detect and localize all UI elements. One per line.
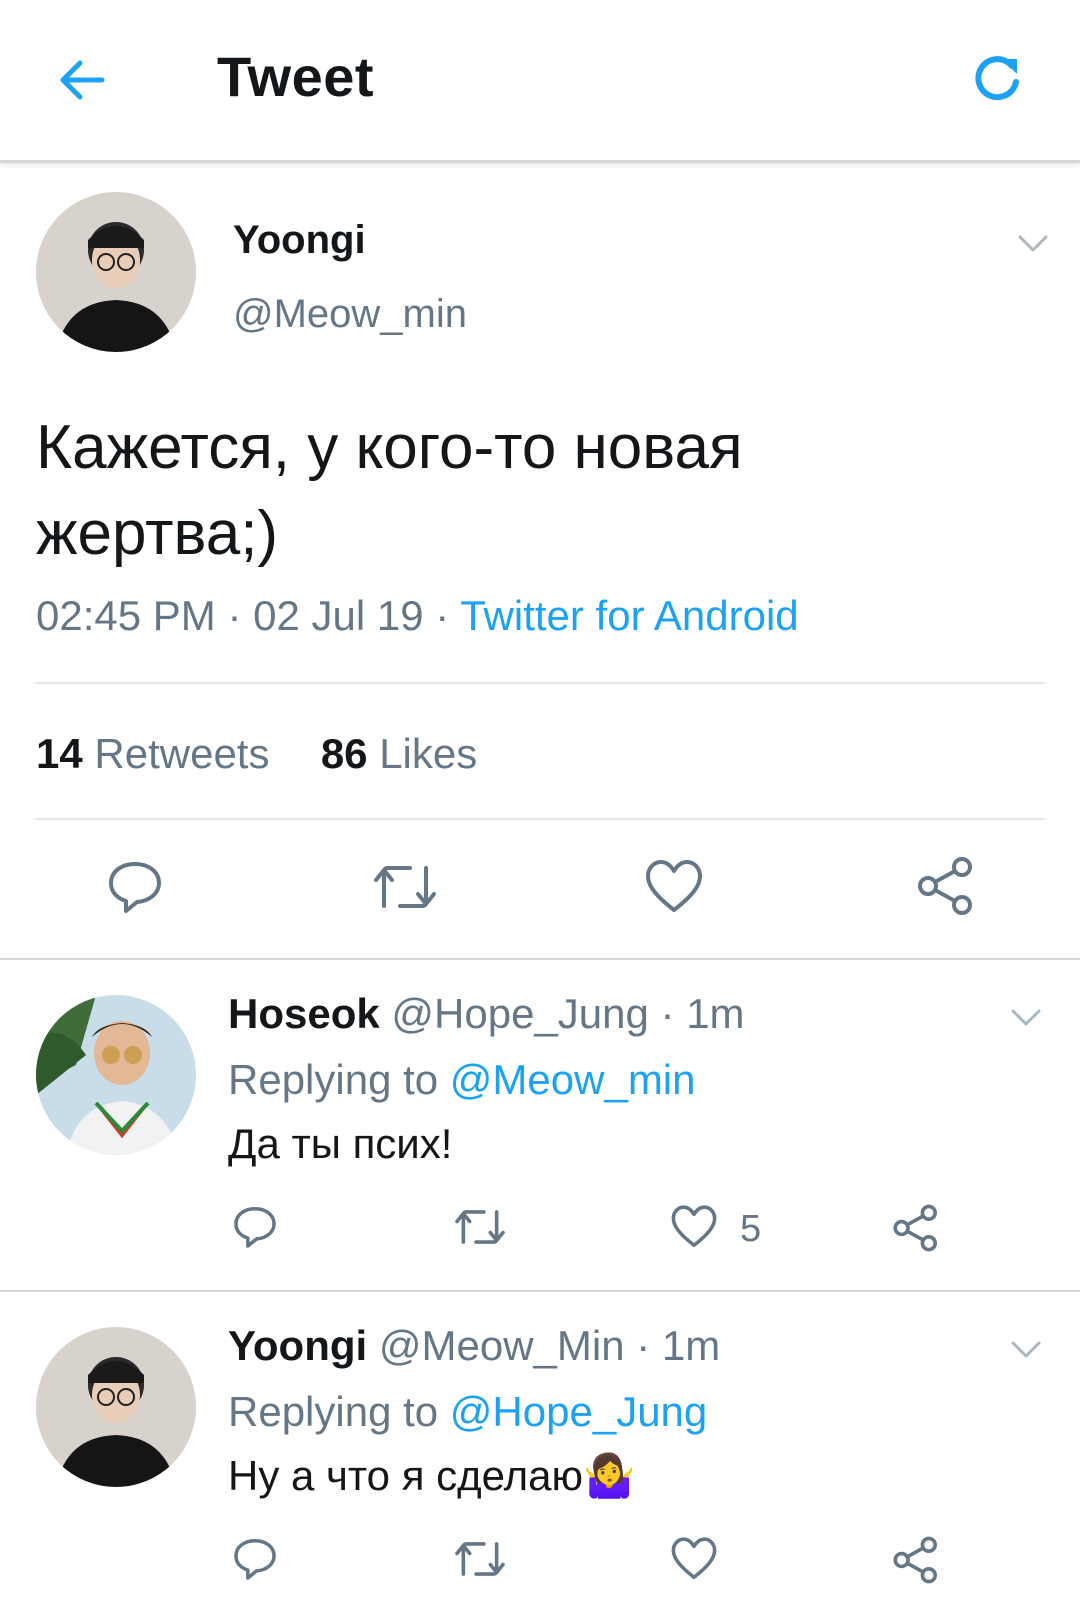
reply-author-name[interactable]: Yoongi [228,1322,367,1369]
top-app-bar: Tweet [0,0,1080,163]
tweet-source-link[interactable]: Twitter for Android [460,592,798,639]
reply-time: · 1m [636,1322,721,1369]
separator: · [227,592,242,639]
chevron-down-icon [1011,1341,1041,1358]
avatar[interactable] [36,995,196,1155]
tweet-date: 02 Jul 19 [253,592,424,639]
share-button[interactable] [892,1536,940,1584]
replying-to-link[interactable]: @Meow_min [450,1056,696,1103]
likes-stat[interactable]: 86 Likes [321,730,477,777]
chevron-down-icon [1018,235,1048,252]
tweet-options-button[interactable] [1015,232,1051,256]
retweet-button[interactable] [370,858,440,916]
tweet-text: Кажется, у кого-то новая жертва;) [36,405,743,577]
tweet-meta: 02:45 PM · 02 Jul 19 · Twitter for Andro… [36,592,799,640]
chevron-down-icon [1011,1009,1041,1026]
retweets-stat[interactable]: 14 Retweets [36,730,281,777]
reply-text: Ну а что я сделаю [228,1452,583,1499]
reply-author-handle[interactable]: @Hope_Jung [391,990,648,1037]
reply-icon [234,1206,276,1248]
divider [36,682,1044,684]
tweet-time: 02:45 PM [36,592,216,639]
reply-author-name[interactable]: Hoseok [228,990,380,1037]
like-button[interactable] [670,1204,718,1250]
reply-author-handle[interactable]: @Meow_Min [379,1322,625,1369]
heart-icon [646,860,702,912]
retweet-button[interactable] [452,1204,508,1250]
replying-prefix: Replying to [228,1388,439,1435]
retweet-button[interactable] [452,1536,508,1582]
reply-options-button[interactable] [1008,1006,1044,1030]
avatar[interactable] [36,192,196,352]
tweet-text-line: Кажется, у кого-то новая [36,413,743,482]
replying-to-link[interactable]: @Hope_Jung [450,1388,707,1435]
like-count: 5 [740,1208,762,1250]
like-button[interactable] [670,1536,718,1582]
reply-text: Да ты псих! [228,1120,453,1167]
reply-icon [234,1538,276,1580]
likes-count: 86 [320,730,368,777]
refresh-icon [975,56,1019,101]
reply-time: · 1m [660,990,745,1037]
tweet-text-line: жертва;) [36,499,279,568]
reply-icon [109,862,161,913]
like-button[interactable] [644,858,704,916]
divider [0,958,1080,960]
shrug-emoji: 🤷‍♀️ [582,1452,636,1499]
reply-header: Hoseok @Hope_Jung · 1m [228,990,745,1038]
reply-options-button[interactable] [1008,1338,1044,1362]
reply-button[interactable] [232,1536,278,1582]
replying-to: Replying to @Hope_Jung [228,1388,707,1436]
engagement-stats: 14 Retweets 86 Likes [36,730,477,778]
arrow-left-icon [60,60,105,100]
back-button[interactable] [52,50,112,110]
retweets-count: 14 [36,730,83,777]
likes-label: Likes [379,730,478,777]
reply-header: Yoongi @Meow_Min · 1m [228,1322,720,1370]
retweet-icon [455,1542,505,1576]
retweet-icon [374,866,436,908]
page-title: Tweet [217,45,375,108]
avatar[interactable] [36,1327,196,1487]
reply-button[interactable] [232,1204,278,1250]
share-button[interactable] [892,1204,940,1252]
replying-to: Replying to @Meow_min [228,1056,696,1104]
reply-button[interactable] [106,858,164,916]
heart-icon [671,1537,717,1580]
share-icon [893,1536,937,1584]
share-icon [893,1204,937,1252]
retweets-label: Retweets [94,730,270,777]
refresh-button[interactable] [968,48,1028,108]
reply-text-row: Ну а что я сделаю🤷‍♀️ [228,1452,635,1501]
separator: · [435,592,450,639]
retweet-icon [455,1210,505,1244]
divider [36,818,1044,820]
share-icon [918,857,972,915]
divider [0,1290,1080,1292]
share-button[interactable] [916,856,976,916]
author-display-name[interactable]: Yoongi [233,218,366,263]
author-handle[interactable]: @Meow_min [233,292,467,337]
replying-prefix: Replying to [228,1056,439,1103]
heart-icon [671,1205,717,1248]
